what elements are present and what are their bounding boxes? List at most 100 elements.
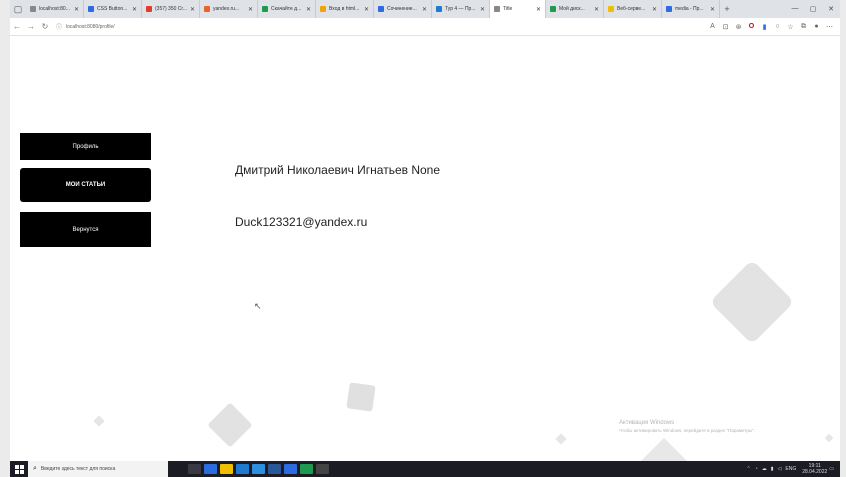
tab-favicon-icon xyxy=(436,6,442,12)
browser-tab[interactable]: localhost:80... ✕ xyxy=(26,0,84,18)
decorative-shape xyxy=(639,437,689,461)
tab-actions-icon[interactable]: ▢ xyxy=(10,0,26,18)
tab-close-icon[interactable]: ✕ xyxy=(422,6,427,13)
tab-close-icon[interactable]: ✕ xyxy=(74,6,79,13)
close-window-icon[interactable]: ✕ xyxy=(822,5,840,13)
tab-label: media - Пр... xyxy=(675,6,704,12)
extension-blue-icon[interactable]: ▮ xyxy=(758,23,771,31)
minimize-icon[interactable]: — xyxy=(786,5,804,13)
maximize-icon[interactable]: ▢ xyxy=(804,5,822,13)
tab-favicon-icon xyxy=(88,6,94,12)
back-button[interactable]: Вернутся xyxy=(20,212,151,247)
translate-icon[interactable]: ⊡ xyxy=(719,23,732,31)
browser-tab[interactable]: yandex.ru... ✕ xyxy=(200,0,258,18)
opera-icon[interactable]: O xyxy=(745,23,758,30)
notifications-icon[interactable]: ▭ xyxy=(829,466,834,472)
browser-tab[interactable]: Вход в html... ✕ xyxy=(316,0,374,18)
sync-icon[interactable]: ⧉ xyxy=(797,23,810,31)
taskbar-search[interactable]: ⌕ Введите здесь текст для поиска xyxy=(28,461,168,477)
tab-favicon-icon xyxy=(378,6,384,12)
start-button[interactable] xyxy=(10,464,28,474)
taskbar-app-icon[interactable] xyxy=(235,464,249,474)
user-email: Duck123321@yandex.ru xyxy=(235,215,368,229)
taskbar-app-icon[interactable] xyxy=(283,464,297,474)
volume-icon[interactable]: ◁ xyxy=(778,466,782,472)
tab-favicon-icon xyxy=(204,6,210,12)
tab-label: CSS Button... xyxy=(97,6,128,12)
browser-tab[interactable]: Веб-серве... ✕ xyxy=(604,0,662,18)
taskbar-app-icon[interactable] xyxy=(187,464,201,474)
taskbar-app-icon[interactable] xyxy=(251,464,265,474)
mouse-cursor-icon: ↖ xyxy=(254,301,262,311)
clock[interactable]: 19:11 28.04.2022 xyxy=(802,463,827,475)
tab-label: (357) 350 Cr... xyxy=(155,6,187,12)
browser-tab[interactable]: (357) 350 Cr... ✕ xyxy=(142,0,200,18)
site-info-icon[interactable]: ⓘ xyxy=(56,22,62,31)
tab-label: yandex.ru... xyxy=(213,6,240,12)
activation-subtitle: Чтобы активировать Windows, перейдите в … xyxy=(619,428,755,433)
new-tab-icon[interactable]: + xyxy=(720,4,734,14)
windows-activation-watermark: Активация Windows Чтобы активировать Win… xyxy=(619,420,755,433)
url-text: localhost:8080/profile/ xyxy=(66,23,115,30)
more-menu-icon[interactable]: ⋯ xyxy=(823,23,836,31)
tab-close-icon[interactable]: ✕ xyxy=(190,6,195,13)
page-content: Профиль МОИ СТАТЬИ Вернутся Дмитрий Нико… xyxy=(10,37,840,461)
extension-icon[interactable]: ⊛ xyxy=(732,23,745,31)
tab-close-icon[interactable]: ✕ xyxy=(594,6,599,13)
my-articles-button[interactable]: МОИ СТАТЬИ xyxy=(20,168,151,202)
browser-tab[interactable]: Тур 4 — Пр... ✕ xyxy=(432,0,490,18)
tab-favicon-icon xyxy=(146,6,152,12)
tab-label: Title xyxy=(503,6,513,12)
tab-close-icon[interactable]: ✕ xyxy=(536,6,541,13)
tab-label: Скачайте д... xyxy=(271,6,302,12)
tab-label: Тур 4 — Пр... xyxy=(445,6,476,12)
favorites-icon[interactable]: ☆ xyxy=(784,23,797,31)
forward-arrow-icon[interactable]: → xyxy=(24,22,38,31)
taskbar-app-icon[interactable] xyxy=(299,464,313,474)
battery-icon[interactable]: ▮ xyxy=(771,466,774,472)
taskbar-app-icon[interactable] xyxy=(203,464,217,474)
browser-tab[interactable]: Мой диск... ✕ xyxy=(546,0,604,18)
toolbar-icons: A ⊡ ⊛ O ▮ ○ ☆ ⧉ ● ⋯ xyxy=(706,23,840,31)
tab-favicon-icon xyxy=(30,6,36,12)
reload-icon[interactable]: ↻ xyxy=(38,22,52,31)
language-indicator[interactable]: ENG xyxy=(785,466,796,472)
decorative-shape xyxy=(555,433,567,445)
frame-right xyxy=(840,0,846,477)
tab-favicon-icon xyxy=(320,6,326,12)
decorative-shape xyxy=(824,433,834,443)
tab-close-icon[interactable]: ✕ xyxy=(480,6,485,13)
browser-tab[interactable]: Title ✕ xyxy=(490,0,546,18)
tab-close-icon[interactable]: ✕ xyxy=(710,6,715,13)
taskbar-app-icon[interactable] xyxy=(267,464,281,474)
profile-button[interactable]: Профиль xyxy=(20,133,151,160)
network-icon[interactable]: ◔ xyxy=(755,466,758,472)
browser-tab[interactable]: CSS Button... ✕ xyxy=(84,0,142,18)
tray-chevron-icon[interactable]: ⌃ xyxy=(747,466,751,472)
url-field[interactable]: ⓘ localhost:8080/profile/ xyxy=(56,22,115,32)
taskbar-app-icon[interactable] xyxy=(219,464,233,474)
tab-favicon-icon xyxy=(494,6,500,12)
tab-label: localhost:80... xyxy=(39,6,70,12)
taskbar-app-icon[interactable] xyxy=(315,464,329,474)
tab-close-icon[interactable]: ✕ xyxy=(364,6,369,13)
tab-list: localhost:80... ✕ CSS Button... ✕ (357) 350 … xyxy=(26,0,720,18)
browser-tab[interactable]: Скачайте д... ✕ xyxy=(258,0,316,18)
browser-tab[interactable]: Сочинение... ✕ xyxy=(374,0,432,18)
collections-icon[interactable]: ○ xyxy=(771,23,784,30)
profile-icon[interactable]: ● xyxy=(810,23,823,30)
tab-label: Мой диск... xyxy=(559,6,585,12)
cloud-icon[interactable]: ☁ xyxy=(762,466,767,472)
read-aloud-icon[interactable]: A xyxy=(706,23,719,30)
windows-taskbar: ⌕ Введите здесь текст для поиска ⌃ ◔ ☁ ▮… xyxy=(10,461,840,477)
address-bar: ← → ↻ ⓘ localhost:8080/profile/ A ⊡ ⊛ O … xyxy=(10,18,840,36)
tab-close-icon[interactable]: ✕ xyxy=(306,6,311,13)
tab-close-icon[interactable]: ✕ xyxy=(132,6,137,13)
tab-label: Вход в html... xyxy=(329,6,360,12)
browser-tab[interactable]: media - Пр... ✕ xyxy=(662,0,720,18)
tab-close-icon[interactable]: ✕ xyxy=(652,6,657,13)
windows-logo-icon xyxy=(14,464,24,474)
tab-close-icon[interactable]: ✕ xyxy=(248,6,253,13)
taskbar-apps xyxy=(186,464,330,474)
back-arrow-icon[interactable]: ← xyxy=(10,22,24,31)
